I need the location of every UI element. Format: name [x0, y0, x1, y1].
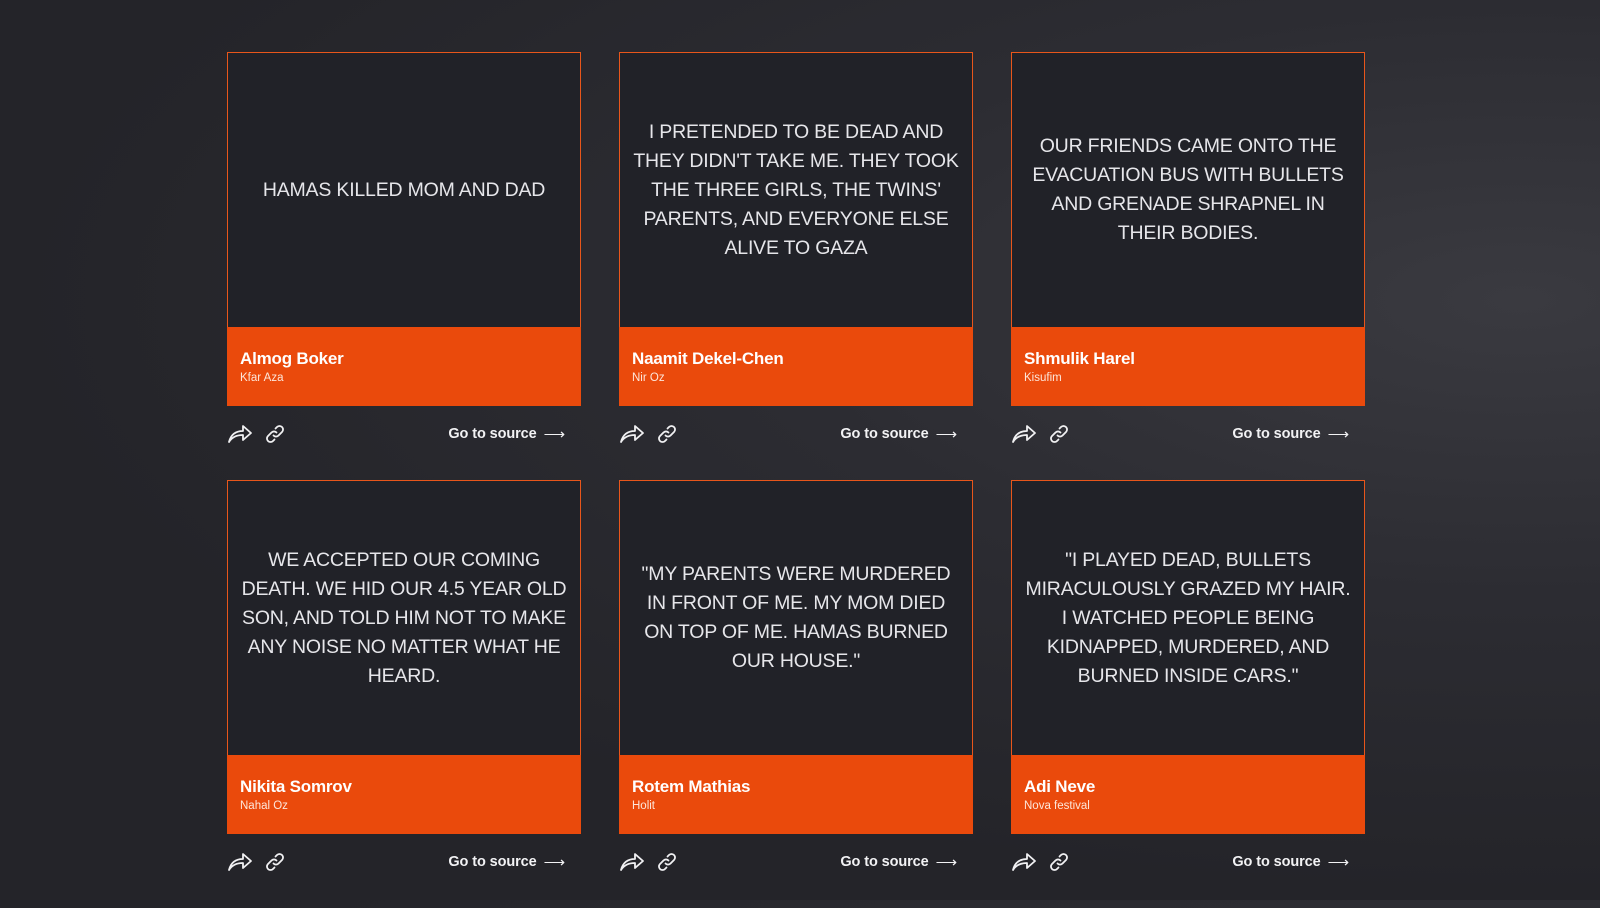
share-icon[interactable]: [1011, 850, 1037, 874]
testimonial-footer: Almog Boker Kfar Aza: [227, 327, 581, 406]
go-to-source-link[interactable]: Go to source ⟶: [448, 853, 565, 871]
share-icon[interactable]: [619, 850, 645, 874]
testimonial-quote: OUR FRIENDS CAME ONTO THE EVACUATION BUS…: [1032, 135, 1344, 244]
person-name: Shmulik Harel: [1024, 349, 1135, 368]
link-icon[interactable]: [1046, 422, 1072, 446]
person-location: Nir Oz: [632, 372, 665, 384]
testimonial-item: WE ACCEPTED OUR COMING DEATH. WE HID OUR…: [227, 480, 581, 908]
testimonial-card[interactable]: "MY PARENTS WERE MURDERED IN FRONT OF ME…: [619, 480, 973, 834]
go-to-source-link[interactable]: Go to source ⟶: [448, 425, 565, 443]
link-icon[interactable]: [654, 850, 680, 874]
testimonial-footer: Nikita Somrov Nahal Oz: [227, 755, 581, 834]
arrow-right-icon: ⟶: [1327, 426, 1350, 443]
testimonial-item: I PRETENDED TO BE DEAD AND THEY DIDN'T T…: [619, 52, 973, 480]
share-icon[interactable]: [1011, 422, 1037, 446]
share-icon[interactable]: [227, 850, 253, 874]
arrow-right-icon: ⟶: [935, 854, 958, 871]
go-to-source-label: Go to source: [1232, 426, 1321, 442]
go-to-source-label: Go to source: [840, 426, 929, 442]
card-actions: Go to source ⟶: [619, 848, 973, 876]
testimonial-quote: "MY PARENTS WERE MURDERED IN FRONT OF ME…: [641, 563, 951, 672]
arrow-right-icon: ⟶: [935, 426, 958, 443]
go-to-source-link[interactable]: Go to source ⟶: [840, 425, 957, 443]
arrow-right-icon: ⟶: [543, 426, 566, 443]
person-location: Nova festival: [1024, 800, 1090, 812]
testimonial-footer: Rotem Mathias Holit: [619, 755, 973, 834]
testimonial-quote: WE ACCEPTED OUR COMING DEATH. WE HID OUR…: [241, 548, 567, 687]
link-icon[interactable]: [654, 422, 680, 446]
testimonial-item: OUR FRIENDS CAME ONTO THE EVACUATION BUS…: [1011, 52, 1365, 480]
testimonial-item: "MY PARENTS WERE MURDERED IN FRONT OF ME…: [619, 480, 973, 908]
person-name: Nikita Somrov: [240, 777, 352, 796]
go-to-source-label: Go to source: [448, 426, 537, 442]
testimonial-card[interactable]: "I PLAYED DEAD, BULLETS MIRACULOUSLY GRA…: [1011, 480, 1365, 834]
person-name: Adi Neve: [1024, 777, 1096, 796]
testimonial-footer: Naamit Dekel-Chen Nir Oz: [619, 327, 973, 406]
testimonial-grid: HAMAS KILLED MOM AND DAD Almog Boker Kfa…: [227, 52, 1365, 908]
link-icon[interactable]: [1046, 850, 1072, 874]
card-actions: Go to source ⟶: [619, 420, 973, 448]
testimonial-footer: Shmulik Harel Kisufim: [1011, 327, 1365, 406]
arrow-right-icon: ⟶: [543, 854, 566, 871]
person-name: Naamit Dekel-Chen: [632, 349, 784, 368]
person-location: Holit: [632, 800, 656, 812]
person-location: Nahal Oz: [240, 800, 288, 812]
share-icon[interactable]: [227, 422, 253, 446]
testimonial-footer: Adi Neve Nova festival: [1011, 755, 1365, 834]
testimonial-quote: HAMAS KILLED MOM AND DAD: [262, 178, 546, 201]
testimonial-quote: I PRETENDED TO BE DEAD AND THEY DIDN'T T…: [633, 120, 959, 259]
testimonial-item: "I PLAYED DEAD, BULLETS MIRACULOUSLY GRA…: [1011, 480, 1365, 908]
go-to-source-label: Go to source: [1232, 854, 1321, 870]
go-to-source-label: Go to source: [448, 854, 537, 870]
person-name: Almog Boker: [240, 349, 344, 368]
arrow-right-icon: ⟶: [1327, 854, 1350, 871]
testimonial-card[interactable]: I PRETENDED TO BE DEAD AND THEY DIDN'T T…: [619, 52, 973, 406]
go-to-source-link[interactable]: Go to source ⟶: [1232, 853, 1349, 871]
go-to-source-link[interactable]: Go to source ⟶: [840, 853, 957, 871]
person-location: Kisufim: [1024, 372, 1062, 384]
testimonial-card[interactable]: WE ACCEPTED OUR COMING DEATH. WE HID OUR…: [227, 480, 581, 834]
card-actions: Go to source ⟶: [1011, 848, 1365, 876]
testimonial-quote: "I PLAYED DEAD, BULLETS MIRACULOUSLY GRA…: [1025, 548, 1351, 687]
card-actions: Go to source ⟶: [227, 420, 581, 448]
person-name: Rotem Mathias: [632, 777, 751, 796]
card-actions: Go to source ⟶: [227, 848, 581, 876]
go-to-source-label: Go to source: [840, 854, 929, 870]
link-icon[interactable]: [262, 850, 288, 874]
share-icon[interactable]: [619, 422, 645, 446]
testimonial-item: HAMAS KILLED MOM AND DAD Almog Boker Kfa…: [227, 52, 581, 480]
go-to-source-link[interactable]: Go to source ⟶: [1232, 425, 1349, 443]
link-icon[interactable]: [262, 422, 288, 446]
card-actions: Go to source ⟶: [1011, 420, 1365, 448]
testimonial-card[interactable]: HAMAS KILLED MOM AND DAD Almog Boker Kfa…: [227, 52, 581, 406]
person-location: Kfar Aza: [240, 372, 284, 384]
testimonial-card[interactable]: OUR FRIENDS CAME ONTO THE EVACUATION BUS…: [1011, 52, 1365, 406]
